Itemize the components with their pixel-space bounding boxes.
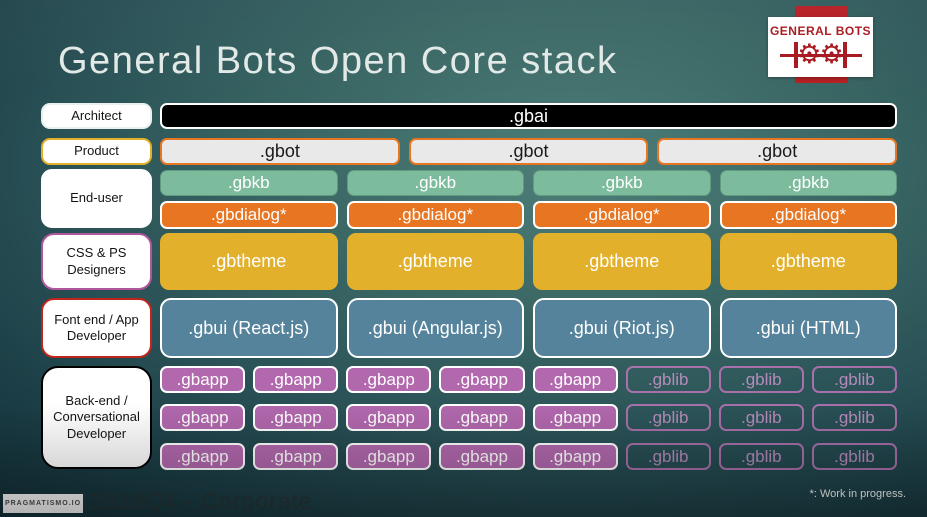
gbkb-box: .gbkb [346, 170, 524, 196]
row-backend-2: .gbapp .gbapp .gbapp .gbapp .gbapp .gbli… [160, 404, 897, 431]
gblib-box: .gblib [811, 366, 897, 393]
slide: General Bots Open Core stack GENERAL BOT… [0, 0, 927, 517]
work-in-progress-note: *: Work in progress. [809, 488, 906, 500]
row-gbui: .gbui (React.js) .gbui (Angular.js) .gbu… [160, 298, 897, 358]
gbapp-box: .gbapp [253, 404, 339, 431]
gbtheme-box: .gbtheme [346, 233, 524, 290]
gbapp-box: .gbapp [532, 366, 618, 393]
gbot-box: .gbot [657, 138, 898, 165]
gbapp-box: .gbapp [346, 443, 432, 470]
gear-icon: ⚙ [819, 38, 844, 70]
gblib-box: .gblib [811, 404, 897, 431]
gbtheme-box: .gbtheme [160, 233, 338, 290]
gbapp-box: .gbapp [160, 366, 246, 393]
gbtheme-box: .gbtheme [719, 233, 897, 290]
row-label-css-ps-designers: CSS & PS Designers [41, 233, 152, 290]
gbdialog-box: .gbdialog* [533, 201, 711, 229]
gbdialog-box: .gbdialog* [719, 201, 897, 229]
pragmatismo-logo-text: PRAGMATISMO.IO [4, 500, 82, 507]
gblib-box: .gblib [625, 366, 711, 393]
slide-caption: 2018Q4 - Corporate [90, 488, 313, 514]
gbapp-box: .gbapp [532, 443, 618, 470]
gblib-box: .gblib [718, 404, 804, 431]
gbapp-box: .gbapp [253, 366, 339, 393]
gbapp-box: .gbapp [160, 404, 246, 431]
gbapp-box: .gbapp [346, 366, 432, 393]
row-label-frontend-app-developer: Font end / App Developer [41, 298, 152, 358]
row-gbtheme: .gbtheme .gbtheme .gbtheme .gbtheme [160, 233, 897, 290]
logo-text: GENERAL BOTS [769, 23, 872, 38]
gbapp-box: .gbapp [439, 404, 525, 431]
row-label-product: Product [41, 138, 152, 165]
row-label-backend-conversational-developer: Back-end / Conversational Developer [41, 366, 152, 469]
gbdialog-box: .gbdialog* [160, 201, 338, 229]
gblib-box: .gblib [718, 443, 804, 470]
row-gbdialog: .gbdialog* .gbdialog* .gbdialog* .gbdial… [160, 201, 897, 229]
gbtheme-box: .gbtheme [533, 233, 711, 290]
gblib-box: .gblib [625, 404, 711, 431]
row-gbai: .gbai [160, 103, 897, 129]
pragmatismo-logo: PRAGMATISMO.IO [3, 494, 83, 513]
gbkb-box: .gbkb [719, 170, 897, 196]
gbapp-box: .gbapp [346, 404, 432, 431]
gbapp-box: .gbapp [439, 366, 525, 393]
gbapp-box: .gbapp [253, 443, 339, 470]
gbdialog-box: .gbdialog* [346, 201, 524, 229]
row-backend-3: .gbapp .gbapp .gbapp .gbapp .gbapp .gbli… [160, 443, 897, 470]
gblib-box: .gblib [718, 366, 804, 393]
gbapp-box: .gbapp [439, 443, 525, 470]
gear-icon: ⚙ [797, 38, 822, 70]
gblib-box: .gblib [811, 443, 897, 470]
row-backend-1: .gbapp .gbapp .gbapp .gbapp .gbapp .gbli… [160, 366, 897, 393]
gbot-box: .gbot [408, 138, 649, 165]
gbui-riot-box: .gbui (Riot.js) [533, 298, 711, 358]
page-title: General Bots Open Core stack [58, 40, 618, 82]
emblem-bar-right [842, 41, 847, 68]
row-label-end-user: End-user [41, 169, 152, 228]
gblib-box: .gblib [625, 443, 711, 470]
gbot-box: .gbot [160, 138, 400, 165]
general-bots-logo: GENERAL BOTS ⚙ ⚙ [768, 17, 873, 77]
gbapp-box: .gbapp [160, 443, 246, 470]
gbapp-box: .gbapp [532, 404, 618, 431]
gbui-angular-box: .gbui (Angular.js) [346, 298, 524, 358]
gears-emblem: ⚙ ⚙ [778, 39, 864, 71]
gbui-react-box: .gbui (React.js) [160, 298, 338, 358]
row-gbkb: .gbkb .gbkb .gbkb .gbkb [160, 170, 897, 196]
row-gbot: .gbot .gbot .gbot [160, 138, 898, 165]
gbkb-box: .gbkb [533, 170, 711, 196]
row-label-architect: Architect [41, 103, 152, 129]
gbkb-box: .gbkb [160, 170, 338, 196]
gbui-html-box: .gbui (HTML) [719, 298, 897, 358]
gbai-box: .gbai [160, 103, 897, 129]
